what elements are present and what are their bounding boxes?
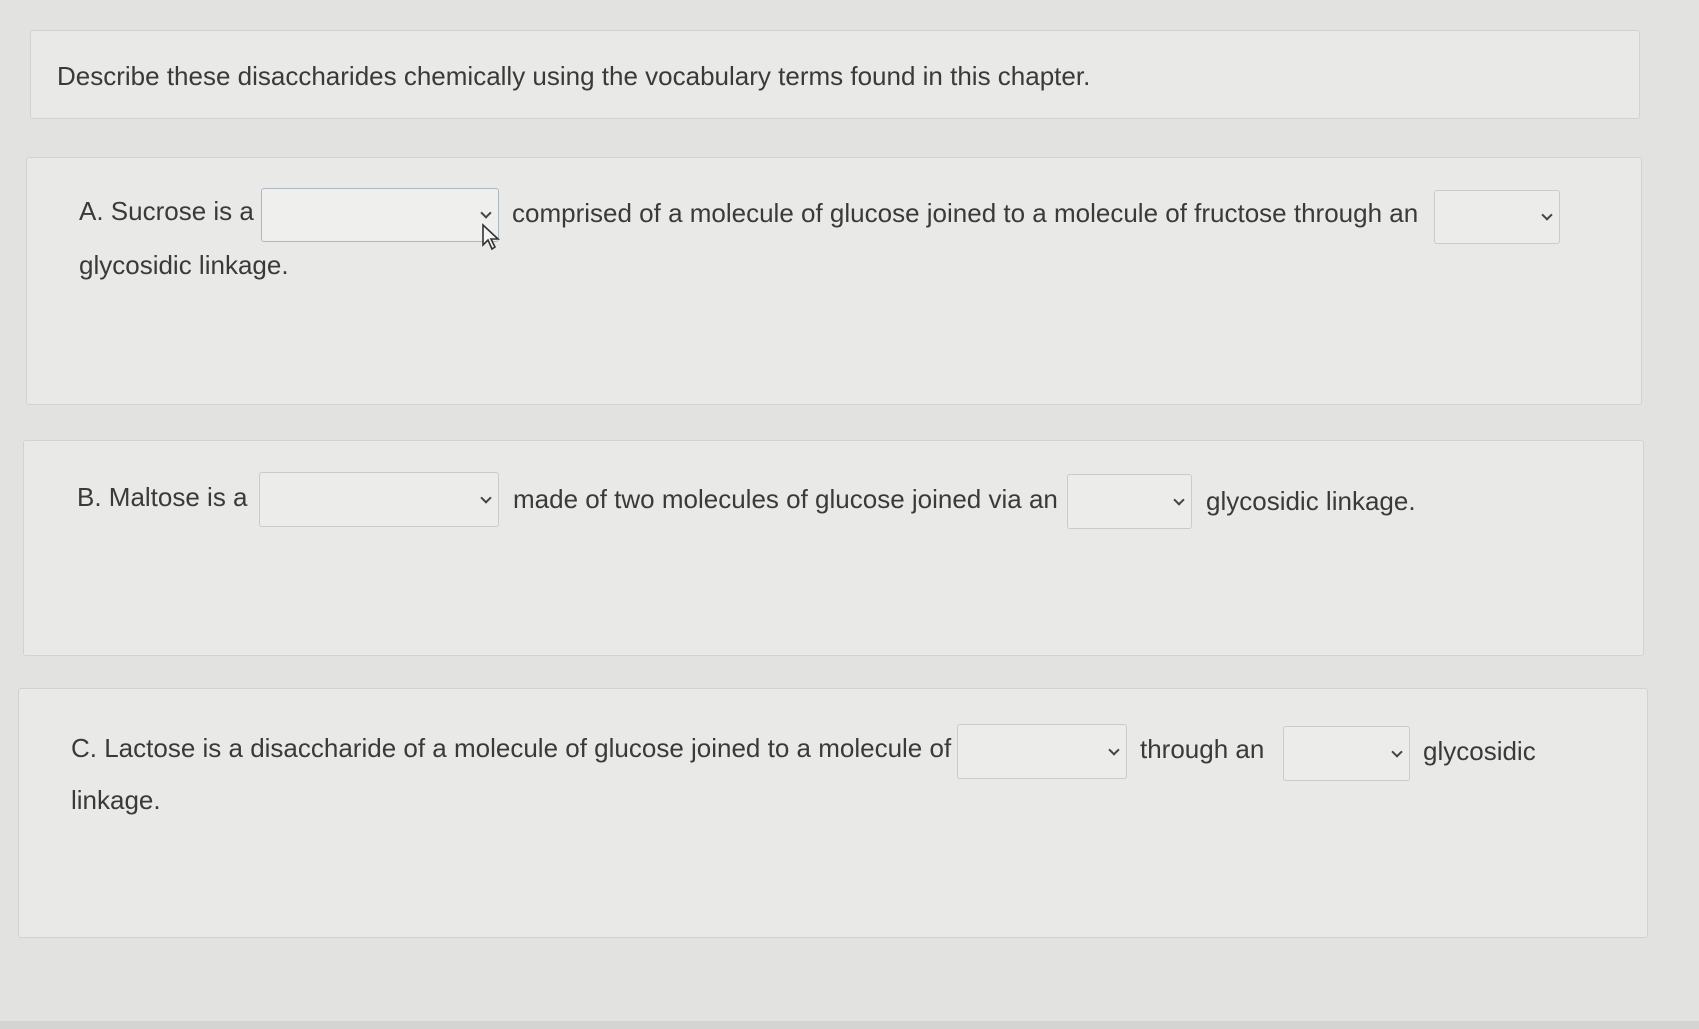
bottom-edge	[0, 1021, 1699, 1029]
question-b-dropdown-2[interactable]	[1067, 474, 1192, 529]
chevron-down-icon	[1541, 209, 1553, 221]
question-b-part3: glycosidic linkage.	[1206, 486, 1416, 516]
question-c-dropdown-1[interactable]	[957, 724, 1127, 779]
question-a-part1: A. Sucrose is a	[79, 196, 254, 226]
question-a-part2: comprised of a molecule of glucose joine…	[512, 198, 1419, 228]
question-b-card: B. Maltose is a made of two molecules of…	[23, 440, 1644, 656]
question-b-dropdown-1[interactable]	[259, 472, 499, 527]
question-c-part3: glycosidic	[1423, 736, 1536, 766]
page: Describe these disaccharides chemically …	[0, 0, 1699, 1029]
question-a-part3: glycosidic linkage.	[79, 250, 289, 280]
chevron-down-icon	[480, 491, 492, 504]
question-b-part2: made of two molecules of glucose joined …	[513, 484, 1058, 514]
instructions-card: Describe these disaccharides chemically …	[30, 30, 1640, 119]
question-c-part1: C. Lactose is a disaccharide of a molecu…	[71, 733, 952, 763]
question-a-card: A. Sucrose is a comprised of a molecule …	[26, 157, 1642, 405]
question-c-part2: through an	[1140, 734, 1265, 764]
question-a-dropdown-1[interactable]	[261, 188, 499, 242]
chevron-down-icon	[480, 207, 492, 219]
chevron-down-icon	[1173, 493, 1185, 506]
question-c-dropdown-2[interactable]	[1283, 726, 1410, 781]
question-c-part4: linkage.	[71, 785, 161, 815]
question-a-dropdown-2[interactable]	[1434, 190, 1560, 244]
question-c-card: C. Lactose is a disaccharide of a molecu…	[18, 688, 1648, 938]
question-b-part1: B. Maltose is a	[77, 482, 248, 512]
mouse-pointer-icon	[482, 223, 501, 251]
chevron-down-icon	[1108, 743, 1120, 756]
chevron-down-icon	[1391, 745, 1403, 758]
instructions-text: Describe these disaccharides chemically …	[57, 61, 1091, 91]
